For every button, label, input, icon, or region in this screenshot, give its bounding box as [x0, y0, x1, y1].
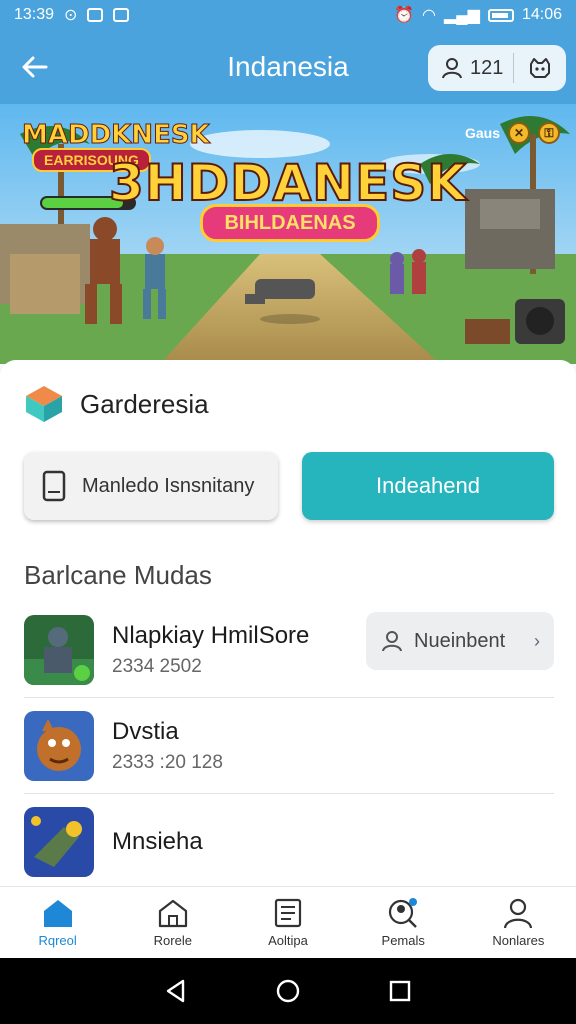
list-item[interactable]: Mnsieha — [24, 794, 554, 890]
user-count-button[interactable]: 121 — [428, 53, 514, 83]
home-circle-icon[interactable] — [275, 978, 301, 1004]
game-banner[interactable]: MADDKNESK EARRISOUNG Gaus ✕ ⚿ 3HDDANESK … — [0, 104, 576, 364]
list-item-action-button[interactable]: Nueinbent › — [366, 612, 554, 670]
tablet-icon — [42, 470, 66, 502]
notification-icon — [87, 8, 104, 22]
list-item-sub: 2333 :20 128 — [112, 751, 223, 773]
wifi-icon: ◠ — [422, 7, 436, 24]
gems-label: Gaus — [464, 125, 500, 141]
primary-button-label: Indeahend — [376, 473, 480, 498]
back-button[interactable] — [0, 30, 70, 104]
list-icon — [274, 898, 302, 928]
profile-icon — [504, 898, 533, 929]
content-card: Garderesia Manledo Isnsnitany Indeahend … — [0, 360, 576, 890]
chevron-right-icon: › — [534, 630, 540, 651]
nav-label: Pemals — [381, 933, 425, 948]
nav-item-pemals[interactable]: Pemals — [346, 887, 461, 958]
status-bar: 13:39 ⊙ ⏰ ◠ ▂▄▆ 14:06 — [0, 0, 576, 30]
mascot-button[interactable] — [514, 56, 566, 80]
nav-label: Rorele — [153, 933, 192, 948]
status-time: 13:39 — [14, 6, 55, 23]
list-item-sub: 2334 2502 — [112, 655, 202, 677]
list-item-title: Dvstia — [112, 717, 179, 745]
app-header: Garderesia — [22, 382, 209, 426]
list-item[interactable]: Nlapkiay HmilSore 2334 2502 Nueinbent › — [24, 602, 554, 698]
image-icon — [113, 8, 130, 22]
nav-label: Rqreol — [38, 933, 77, 948]
secondary-button[interactable]: Manledo Isnsnitany — [24, 452, 278, 520]
app-cube-icon — [26, 386, 62, 422]
nav-label: Nonlares — [492, 933, 545, 948]
list-item-action-label: Nueinbent — [414, 629, 506, 652]
user-count: 121 — [470, 56, 504, 79]
list-item[interactable]: Dvstia 2333 :20 128 — [24, 698, 554, 794]
back-triangle-icon[interactable] — [163, 978, 189, 1004]
alarm-icon: ⏰ — [394, 7, 415, 24]
nav-item-home[interactable]: Rqreol — [0, 887, 115, 958]
nav-item-profile[interactable]: Nonlares — [461, 887, 576, 958]
home-filled-icon — [43, 900, 72, 927]
user-icon — [442, 58, 462, 79]
close-gem-icon: ✕ — [508, 122, 530, 144]
banner-gems: Gaus ✕ ⚿ — [465, 122, 560, 144]
signal-icon: ▂▄▆ — [444, 7, 480, 24]
arrow-left-icon — [22, 56, 48, 78]
app-name: Garderesia — [80, 388, 209, 419]
nav-item-aoltipa[interactable]: Aoltipa — [230, 887, 345, 958]
app-bar: Indanesia 121 — [0, 30, 576, 104]
mascot-icon — [530, 58, 550, 78]
user-icon — [382, 631, 402, 652]
banner-logo: MADDKNESK — [22, 120, 211, 151]
banner-subtitle: BIHLDAENAS — [200, 204, 380, 242]
sync-icon: ⊙ — [64, 7, 78, 24]
list-item-title: Mnsieha — [112, 828, 203, 855]
recents-square-icon[interactable] — [387, 978, 413, 1004]
nav-label: Aoltipa — [268, 933, 308, 948]
secondary-button-label: Manledo Isnsnitany — [82, 474, 255, 497]
key-gem-icon: ⚿ — [538, 122, 560, 144]
section-title: Barlcane Mudas — [24, 560, 212, 590]
bottom-nav: Rqreol Rorele Aoltipa Pemals Nonlares — [0, 886, 576, 958]
game-thumbnail — [24, 807, 94, 877]
nav-item-rorele[interactable]: Rorele — [115, 887, 230, 958]
battery-icon — [487, 8, 514, 22]
status-right-time: 14:06 — [521, 6, 562, 23]
system-nav-bar — [0, 958, 576, 1024]
game-thumbnail — [24, 614, 94, 685]
primary-button[interactable]: Indeahend — [302, 452, 554, 520]
home-outline-icon — [158, 899, 187, 928]
search-person-icon — [389, 898, 418, 928]
list-item-title: Nlapkiay HmilSore — [112, 621, 310, 649]
game-thumbnail — [24, 710, 94, 781]
account-pill: 121 — [428, 45, 566, 91]
